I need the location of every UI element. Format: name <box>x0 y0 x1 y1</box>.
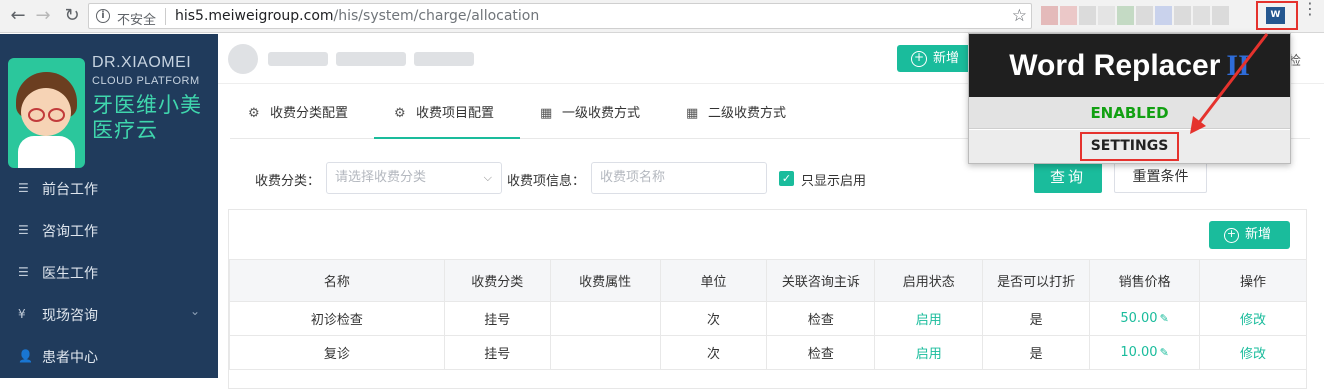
edit-link[interactable]: 修改 <box>1199 301 1307 336</box>
reload-icon[interactable]: ↻ <box>60 4 84 28</box>
list-icon: ☰ <box>18 181 29 195</box>
tab-level2-payment[interactable]: ▦ 二级收费方式 <box>686 94 786 139</box>
tab-level1-payment[interactable]: ▦ 一级收费方式 <box>540 94 640 139</box>
add-item-button[interactable]: 新增 <box>1209 221 1290 249</box>
sidebar-item-label: 现场咨询 <box>42 308 98 324</box>
yen-icon: ¥ <box>18 307 26 321</box>
address-bar[interactable]: i 不安全 his5.meiweigroup.com/his/system/ch… <box>88 3 1032 29</box>
forward-icon[interactable]: → <box>31 4 55 28</box>
category-filter-label: 收费分类： <box>255 174 321 189</box>
cell-price[interactable]: 50.00 ✎ <box>1089 301 1201 336</box>
blurred-extension-icons <box>1041 6 1247 27</box>
table-row: 初诊检查 挂号 次 检查 启用 是 50.00 ✎ 修改 <box>229 301 1307 336</box>
column-header: 启用状态 <box>874 259 984 302</box>
gear-icon: ⚙ <box>248 106 260 121</box>
back-icon[interactable]: ← <box>6 4 30 28</box>
sidebar-item-label: 患者中心 <box>42 350 98 366</box>
item-name-input[interactable]: 收费项名称 <box>591 162 767 194</box>
user-icon: 👤 <box>18 349 33 363</box>
insecure-label: 不安全 <box>117 13 157 28</box>
cell-complaint: 检查 <box>766 335 876 370</box>
brand-subtitle-en: CLOUD PLATFORM <box>92 75 200 87</box>
gear-icon: ⚙ <box>394 106 406 121</box>
column-header: 收费分类 <box>443 259 551 302</box>
edit-pencil-icon[interactable]: ✎ <box>1160 312 1169 325</box>
column-header: 单位 <box>659 259 768 302</box>
cell-category: 挂号 <box>443 335 551 370</box>
only-enabled-checkbox[interactable]: ✓ <box>779 171 794 186</box>
word-replacer-extension-button[interactable]: W <box>1256 1 1298 30</box>
tab-charge-category-config[interactable]: ⚙ 收费分类配置 <box>248 94 348 139</box>
sidebar-item-label: 咨询工作 <box>42 224 98 240</box>
url-path: /his/system/charge/allocation <box>333 8 540 24</box>
charge-items-table: 名称 收费分类 收费属性 单位 关联咨询主诉 启用状态 是否可以打折 销售价格 … <box>229 259 1307 370</box>
cell-attribute <box>549 335 661 370</box>
column-header: 是否可以打折 <box>982 259 1091 302</box>
address-divider <box>165 8 166 25</box>
url-text[interactable]: his5.meiweigroup.com/his/system/charge/a… <box>175 8 539 24</box>
mascot-logo <box>8 58 85 168</box>
grid-icon: ▦ <box>540 106 553 121</box>
table-header-row: 名称 收费分类 收费属性 单位 关联咨询主诉 启用状态 是否可以打折 销售价格 … <box>229 259 1307 302</box>
sidebar-item-doctor[interactable]: ☰ 医生工作 <box>0 251 218 293</box>
blurred-breadcrumb <box>228 42 478 76</box>
price-value: 10.00 <box>1120 345 1158 360</box>
item-filter-label: 收费项信息： <box>507 174 586 189</box>
cell-status: 启用 <box>874 301 984 336</box>
sidebar-item-onsite-consult[interactable]: ¥ 现场咨询 ⌄ <box>0 293 218 335</box>
word-replacer-popup: Word Replacer II ENABLED SETTINGS <box>968 33 1291 164</box>
reset-button[interactable]: 重置条件 <box>1114 162 1207 193</box>
column-header: 名称 <box>229 259 445 302</box>
cell-discount: 是 <box>982 301 1091 336</box>
popup-title: Word Replacer II <box>969 34 1290 97</box>
sidebar-item-consulting[interactable]: ☰ 咨询工作 <box>0 209 218 251</box>
cell-status: 启用 <box>874 335 984 370</box>
info-icon[interactable]: i <box>96 9 110 23</box>
category-select[interactable]: 请选择收费分类 ⌵ <box>326 162 502 194</box>
cell-discount: 是 <box>982 335 1091 370</box>
brand-subtitle-cn: 医疗云 <box>92 118 158 142</box>
settings-button[interactable]: SETTINGS <box>1079 132 1180 161</box>
sidebar-item-label: 医生工作 <box>42 266 98 282</box>
table-row: 复诊 挂号 次 检查 启用 是 10.00 ✎ 修改 <box>229 335 1307 370</box>
cell-price[interactable]: 10.00 ✎ <box>1089 335 1201 370</box>
popup-title-suffix: II <box>1226 49 1250 82</box>
enabled-toggle[interactable]: ENABLED <box>969 97 1290 129</box>
column-header: 收费属性 <box>549 259 661 302</box>
category-select-placeholder: 请选择收费分类 <box>335 170 427 185</box>
list-icon: ☰ <box>18 265 29 279</box>
edit-pencil-icon[interactable]: ✎ <box>1160 346 1169 359</box>
cell-attribute <box>549 301 661 336</box>
column-header: 销售价格 <box>1089 259 1201 302</box>
bookmark-star-icon[interactable]: ☆ <box>1012 6 1027 26</box>
settings-row[interactable]: SETTINGS <box>969 130 1290 163</box>
price-value: 50.00 <box>1120 311 1158 326</box>
sidebar-item-front-desk[interactable]: ☰ 前台工作 <box>0 167 218 209</box>
cell-complaint: 检查 <box>766 301 876 336</box>
query-button[interactable]: 查询 <box>1034 162 1102 193</box>
browser-toolbar: ← → ↻ i 不安全 his5.meiweigroup.com/his/sys… <box>0 0 1324 33</box>
cell-unit: 次 <box>659 335 768 370</box>
word-replacer-icon: W <box>1266 7 1285 24</box>
table-panel: 新增 名称 收费分类 收费属性 单位 关联咨询主诉 启用状态 是否可以打折 销售… <box>228 209 1307 389</box>
grid-icon: ▦ <box>686 106 699 121</box>
edit-link[interactable]: 修改 <box>1199 335 1307 370</box>
cell-category: 挂号 <box>443 301 551 336</box>
list-icon: ☰ <box>18 223 29 237</box>
only-enabled-label[interactable]: 只显示启用 <box>801 170 866 189</box>
cell-name: 复诊 <box>229 335 445 370</box>
brand-name-en: DR.XIAOMEI <box>92 54 192 71</box>
chevron-down-icon: ⌵ <box>483 171 492 184</box>
cell-name: 初诊检查 <box>229 301 445 336</box>
menu-dots-icon[interactable]: ⋮ <box>1302 1 1318 17</box>
sidebar-item-label: 前台工作 <box>42 182 98 198</box>
column-header: 操作 <box>1199 259 1307 302</box>
cell-unit: 次 <box>659 301 768 336</box>
url-host: his5.meiweigroup.com <box>175 8 334 24</box>
chevron-down-icon: ⌄ <box>189 304 200 318</box>
tab-charge-item-config[interactable]: ⚙ 收费项目配置 <box>374 94 520 139</box>
sidebar-item-patient-center[interactable]: 👤 患者中心 <box>0 335 218 377</box>
sidebar: DR.XIAOMEI CLOUD PLATFORM 牙医维小美 医疗云 ☰ 前台… <box>0 34 218 378</box>
column-header: 关联咨询主诉 <box>766 259 876 302</box>
